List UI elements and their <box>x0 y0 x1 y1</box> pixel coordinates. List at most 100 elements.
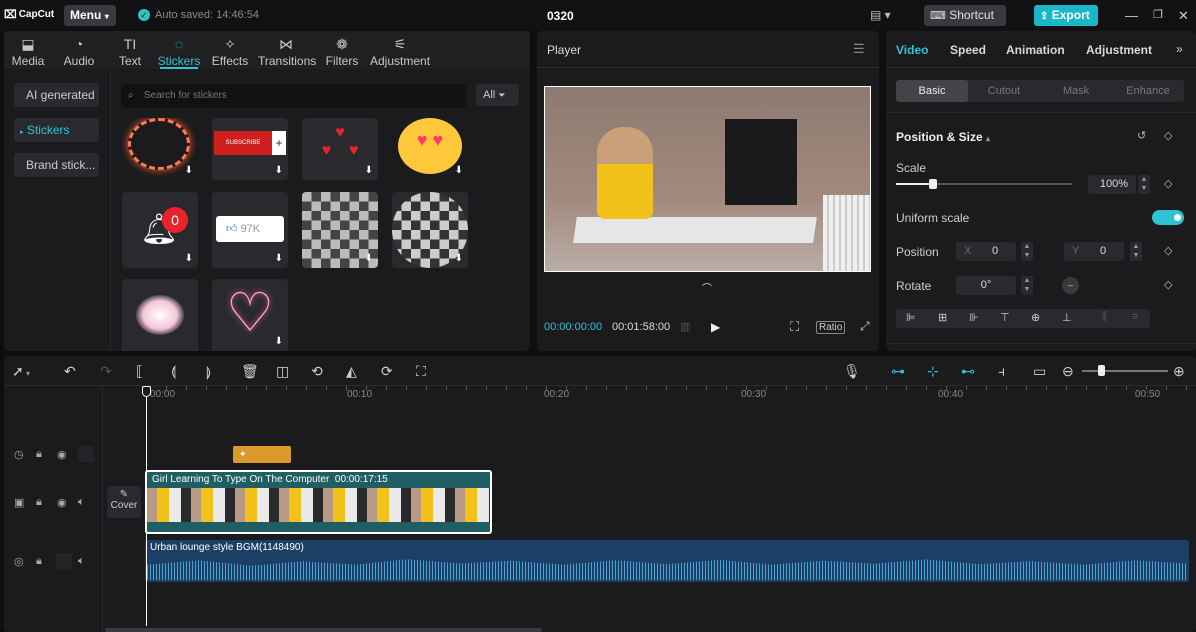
fire-scribble-sticker[interactable]: ⬇ <box>122 118 198 180</box>
restore-icon[interactable]: ❐ <box>1153 8 1163 21</box>
zoom-out-icon[interactable]: ⊖ <box>1062 363 1074 380</box>
crop-icon[interactable]: ⛶ <box>416 363 426 380</box>
rotate-dial[interactable]: – <box>1062 277 1079 294</box>
subtab-basic[interactable]: Basic <box>896 80 968 102</box>
tab-animation[interactable]: Animation <box>1006 43 1065 57</box>
ratio-button[interactable]: Ratio <box>816 321 846 334</box>
like-counter-sticker[interactable]: 👍︎ 97K ⬇ <box>212 192 288 268</box>
audio-track-icon[interactable]: ◎ <box>14 555 24 568</box>
zoom-in-icon[interactable]: ⊕ <box>1173 363 1185 380</box>
keyframe-diamond-icon[interactable]: ◇ <box>1164 177 1172 190</box>
tab-text[interactable]: TI Text <box>116 36 144 68</box>
rotate-icon[interactable]: ⟳ <box>381 363 393 380</box>
fullscreen-crop-icon[interactable]: ⛶ <box>790 319 799 335</box>
timeline-scrollbar[interactable] <box>105 628 542 632</box>
subtab-cutout[interactable]: Cutout <box>968 80 1040 102</box>
mirror-icon[interactable]: ◭ <box>346 363 357 380</box>
linkage-icon[interactable]: ⊷ <box>961 363 975 380</box>
align-bottom-icon[interactable]: ⊥ <box>1062 311 1072 324</box>
microphone-icon[interactable]: 🎙︎ <box>843 363 861 380</box>
mosaic-square-sticker[interactable]: ⬇ <box>302 192 378 268</box>
close-icon[interactable]: ✕ <box>1178 8 1189 24</box>
keyframe-diamond-icon[interactable]: ◇ <box>1164 129 1172 142</box>
align-top-icon[interactable]: ⊤ <box>1000 311 1010 324</box>
download-icon[interactable]: ⬇ <box>455 165 463 176</box>
hearts-sticker[interactable]: ♥ ♥ ♥ ⬇ <box>302 118 378 180</box>
tab-adjustment-props[interactable]: Adjustment <box>1086 43 1152 57</box>
keyframe-diamond-icon[interactable]: ◇ <box>1164 278 1172 291</box>
notification-bell-sticker[interactable]: 🔔︎ 0 ⬇ <box>122 192 198 268</box>
rotate-input[interactable]: 0° <box>956 276 1016 295</box>
align-left-icon[interactable]: ⊫ <box>906 311 916 324</box>
mosaic-circle-sticker[interactable]: ⬇ <box>392 192 468 268</box>
tab-media[interactable]: ⬓ Media <box>10 36 46 68</box>
delete-icon[interactable]: 🗑︎ <box>241 363 259 380</box>
download-icon[interactable]: ⬇ <box>275 165 283 176</box>
keyframe-diamond-icon[interactable]: ◇ <box>1164 244 1172 257</box>
playhead-handle[interactable] <box>142 386 151 397</box>
split-right-icon[interactable]: ⟭ <box>206 363 211 380</box>
tab-effects[interactable]: ✧ Effects <box>211 36 249 68</box>
sidebar-item-brand-stickers[interactable]: Brand stick... <box>14 153 99 177</box>
rotate-stepper[interactable]: ▲ ▼ <box>1021 276 1033 295</box>
heart-eyes-emoji-sticker[interactable]: ♥ ♥ ⬇ <box>392 118 468 180</box>
download-icon[interactable]: ⬇ <box>365 253 373 264</box>
lock-icon[interactable]: 🔒︎ <box>36 555 42 568</box>
timeline-grid-icon[interactable]: ▥ <box>680 320 690 333</box>
eye-icon[interactable]: ◉ <box>57 448 67 461</box>
preview-collapse-icon[interactable]: ⌒ <box>702 280 712 295</box>
more-tabs-icon[interactable]: » <box>1176 42 1183 56</box>
uniform-scale-toggle[interactable] <box>1152 210 1184 225</box>
tab-transitions[interactable]: ⋈ Transitions <box>258 36 316 68</box>
align-right-icon[interactable]: ⊪ <box>969 311 979 324</box>
filter-all-button[interactable]: All ⏷ <box>476 84 519 106</box>
position-x-input[interactable]: X0 <box>956 242 1016 261</box>
clock-icon[interactable]: ◷ <box>14 448 24 461</box>
download-icon[interactable]: ⬇ <box>185 165 193 176</box>
download-icon[interactable]: ⬇ <box>455 253 463 264</box>
tab-audio[interactable]: ◔ Audio <box>62 36 96 68</box>
zoom-slider-handle[interactable] <box>1098 365 1105 376</box>
video-track-icon[interactable]: ▣ <box>14 496 24 509</box>
magnet-link-icon[interactable]: ⊶ <box>891 363 905 380</box>
align-center-h-icon[interactable]: ⊞ <box>938 311 947 324</box>
undo-icon[interactable]: ↶ <box>64 363 76 380</box>
freeze-icon[interactable]: ◫ <box>276 363 289 380</box>
minimize-icon[interactable]: — <box>1125 8 1138 23</box>
position-x-stepper[interactable]: ▲ ▼ <box>1021 242 1033 261</box>
sidebar-item-stickers[interactable]: ▸ Stickers <box>14 118 99 142</box>
download-icon[interactable]: ⬇ <box>185 253 193 264</box>
reverse-icon[interactable]: ⟲ <box>311 363 323 380</box>
section-title-position-size[interactable]: Position & Size ▴ <box>896 130 990 144</box>
scale-input[interactable]: 100% <box>1088 175 1136 194</box>
position-y-input[interactable]: Y0 <box>1064 242 1124 261</box>
subscribe-sticker[interactable]: SUBSCRIBE + ⬇ <box>212 118 288 180</box>
download-icon[interactable]: ⬇ <box>275 253 283 264</box>
menu-button[interactable]: Menu ▾ <box>64 5 116 26</box>
position-y-stepper[interactable]: ▲ ▼ <box>1130 242 1142 261</box>
neon-heart-sticker[interactable]: ♡ ⬇ <box>212 279 288 351</box>
player-menu-icon[interactable]: ☰ <box>853 41 865 57</box>
tab-stickers[interactable]: ◌ Stickers <box>157 36 201 68</box>
lock-icon[interactable]: 🔒︎ <box>36 448 42 461</box>
tab-video[interactable]: Video <box>896 43 928 57</box>
subtab-mask[interactable]: Mask <box>1040 80 1112 102</box>
sidebar-item-ai-generated[interactable]: AI generated <box>14 83 99 107</box>
download-icon[interactable]: ⬇ <box>365 165 373 176</box>
caption-icon[interactable]: ▭ <box>1033 363 1046 380</box>
butterfly-sticker[interactable] <box>122 279 198 351</box>
tab-adjustment[interactable]: ⚟ Adjustment <box>370 36 430 68</box>
playhead[interactable] <box>146 386 147 626</box>
scale-slider-handle[interactable] <box>929 179 937 189</box>
search-input[interactable]: ⌕ Search for stickers <box>121 84 466 108</box>
speaker-icon[interactable]: 🔈︎ <box>78 555 85 568</box>
video-preview[interactable] <box>544 86 871 272</box>
shortcut-button[interactable]: ⌨ Shortcut <box>924 5 1006 26</box>
select-cursor-icon[interactable]: ➚ ▾ <box>12 363 30 380</box>
preview-axis-icon[interactable]: ⫞ <box>998 363 1005 380</box>
tab-speed[interactable]: Speed <box>950 43 986 57</box>
tab-filters[interactable]: ❁ Filters <box>325 36 359 68</box>
download-icon[interactable]: ⬇ <box>275 336 283 347</box>
auto-snap-icon[interactable]: ⊹ <box>927 363 939 380</box>
layout-icon[interactable]: ▤ ▾ <box>870 8 891 22</box>
